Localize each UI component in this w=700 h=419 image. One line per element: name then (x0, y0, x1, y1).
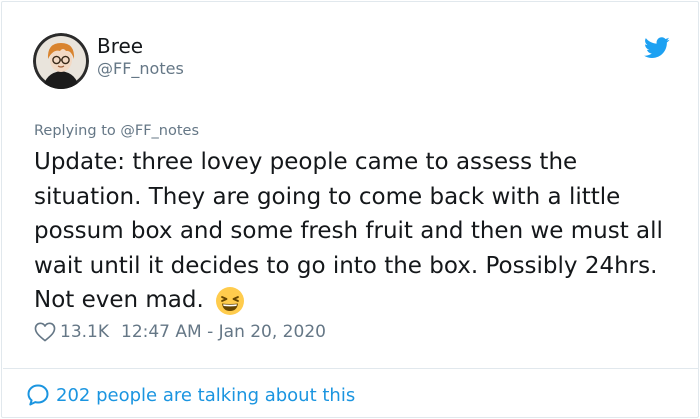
tweet-text: Update: three lovey people came to asses… (34, 145, 674, 318)
avatar[interactable] (33, 33, 89, 89)
conversation-link[interactable]: 202 people are talking about this (26, 382, 355, 408)
tweet-meta: 13.1K 12:47 AM - Jan 20, 2020 (34, 320, 326, 344)
twitter-bird-icon[interactable] (644, 37, 670, 59)
replying-to-label: Replying to (34, 123, 121, 139)
like-count[interactable]: 13.1K (60, 322, 109, 342)
author-handle[interactable]: @FF_notes (97, 59, 184, 79)
tweet-body: Update: three lovey people came to asses… (34, 149, 663, 313)
reply-handle-link[interactable]: @FF_notes (120, 123, 199, 139)
tweet-card: Bree @FF_notes Replying to @FF_notes Upd… (1, 1, 699, 418)
replying-to: Replying to @FF_notes (34, 122, 199, 140)
timestamp[interactable]: 12:47 AM - Jan 20, 2020 (121, 322, 326, 342)
author-name[interactable]: Bree (97, 34, 143, 58)
talking-count-label: 202 people are talking about this (56, 384, 356, 406)
grinning-squinting-face-icon (215, 286, 245, 316)
divider (3, 368, 699, 369)
heart-icon[interactable] (34, 322, 56, 342)
speech-bubble-icon (27, 384, 49, 406)
